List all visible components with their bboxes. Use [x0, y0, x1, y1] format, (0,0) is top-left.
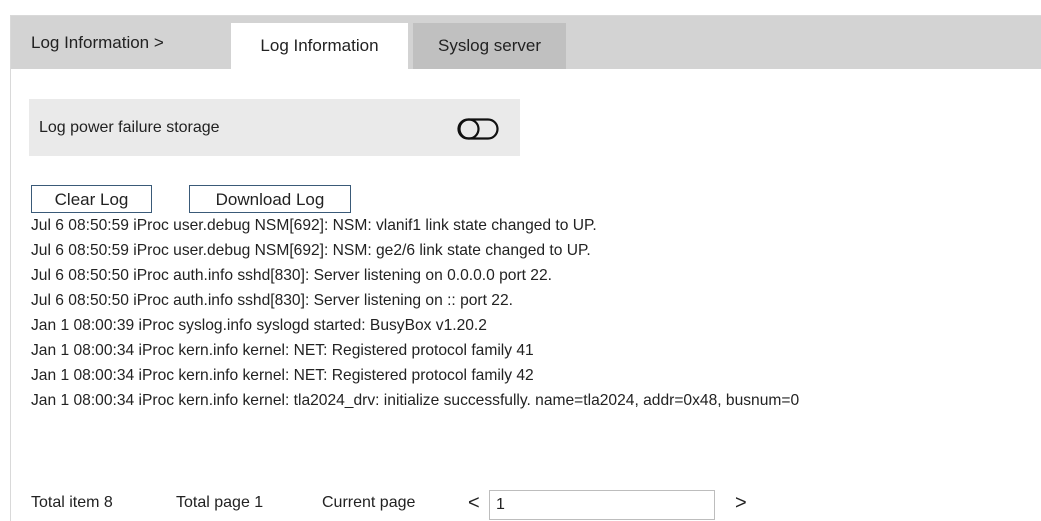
clear-log-button[interactable]: Clear Log	[31, 185, 152, 213]
log-entry: Jul 6 08:50:59 iProc user.debug NSM[692]…	[31, 217, 597, 234]
log-entry: Jan 1 08:00:34 iProc kern.info kernel: N…	[31, 367, 534, 384]
chevron-right-icon[interactable]: >	[735, 486, 747, 520]
total-items-label: Total item 8	[31, 494, 113, 511]
log-entry: Jul 6 08:50:50 iProc auth.info sshd[830]…	[31, 292, 513, 309]
total-pages-label: Total page 1	[176, 494, 264, 511]
log-entry: Jan 1 08:00:34 iProc kern.info kernel: t…	[31, 392, 800, 409]
toggle-switch-icon[interactable]	[457, 118, 499, 140]
power-failure-storage-row: Log power failure storage	[29, 99, 520, 156]
log-entry: Jul 6 08:50:59 iProc user.debug NSM[692]…	[31, 242, 591, 259]
tab-log-information[interactable]: Log Information	[231, 23, 408, 69]
current-page-input[interactable]	[489, 490, 715, 520]
log-list: Jul 6 08:50:59 iProc user.debug NSM[692]…	[31, 213, 799, 413]
power-failure-storage-label: Log power failure storage	[39, 119, 220, 136]
download-log-button[interactable]: Download Log	[189, 185, 351, 213]
log-entry: Jan 1 08:00:34 iProc kern.info kernel: N…	[31, 342, 534, 359]
tab-bar: Log Information > Log Information Syslog…	[11, 16, 1041, 69]
breadcrumb[interactable]: Log Information >	[31, 16, 164, 69]
log-entry: Jul 6 08:50:50 iProc auth.info sshd[830]…	[31, 267, 552, 284]
log-panel: Log Information > Log Information Syslog…	[10, 15, 1041, 521]
log-entry: Jan 1 08:00:39 iProc syslog.info syslogd…	[31, 317, 487, 334]
chevron-left-icon[interactable]: <	[468, 486, 480, 520]
tab-syslog-server[interactable]: Syslog server	[413, 23, 566, 69]
current-page-label: Current page	[322, 494, 416, 511]
